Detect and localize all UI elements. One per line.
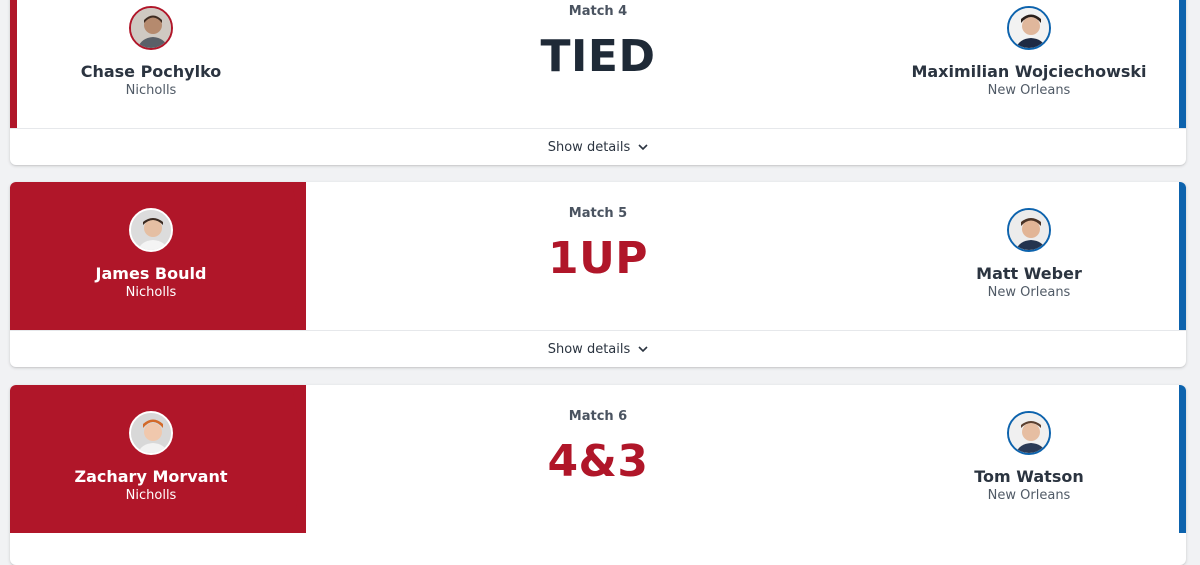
match-number: Match 6	[568, 409, 628, 424]
away-color-stripe	[1179, 385, 1186, 533]
match-result: 1UP	[547, 233, 649, 284]
right-player: Tom Watson New Orleans	[879, 385, 1179, 533]
player-school: New Orleans	[987, 83, 1071, 98]
player-name: James Bould	[95, 264, 207, 283]
match-center: Match 6 4&3	[390, 385, 806, 533]
player-name: Matt Weber	[976, 264, 1082, 283]
player-name: Tom Watson	[974, 467, 1084, 486]
away-color-stripe	[1179, 0, 1186, 128]
left-player: James Bould Nicholls	[10, 182, 292, 330]
away-color-stripe	[1179, 182, 1186, 330]
player-school: Nicholls	[125, 488, 177, 503]
match-result: 4&3	[547, 436, 649, 487]
player-avatar	[1007, 208, 1051, 252]
show-details-button[interactable]: Show details	[10, 330, 1186, 367]
chevron-down-icon	[638, 144, 648, 151]
player-avatar	[1007, 411, 1051, 455]
left-player: Zachary Morvant Nicholls	[10, 385, 292, 533]
match-main: Zachary Morvant Nicholls Match 6 4&3 Tom…	[10, 385, 1186, 533]
player-school: New Orleans	[987, 285, 1071, 300]
match-center: Match 5 1UP	[390, 182, 806, 330]
left-player: Chase Pochylko Nicholls	[10, 0, 292, 128]
player-name: Maximilian Wojciechowski	[911, 62, 1147, 81]
match-card-4: Chase Pochylko Nicholls Match 4 TIED Max…	[10, 0, 1186, 165]
match-card-6: Zachary Morvant Nicholls Match 6 4&3 Tom…	[10, 385, 1186, 565]
player-name: Zachary Morvant	[74, 467, 228, 486]
player-school: Nicholls	[125, 285, 177, 300]
divider	[304, 182, 305, 330]
player-avatar	[1007, 6, 1051, 50]
match-number: Match 4	[568, 4, 628, 19]
show-details-label: Show details	[547, 139, 631, 155]
match-main: Chase Pochylko Nicholls Match 4 TIED Max…	[10, 0, 1186, 128]
match-card-5: James Bould Nicholls Match 5 1UP Matt We…	[10, 182, 1186, 367]
right-player: Maximilian Wojciechowski New Orleans	[879, 0, 1179, 128]
player-avatar	[129, 208, 173, 252]
show-details-label: Show details	[547, 341, 631, 357]
chevron-down-icon	[638, 346, 648, 353]
match-number: Match 5	[568, 206, 628, 221]
player-school: New Orleans	[987, 488, 1071, 503]
right-player: Matt Weber New Orleans	[879, 182, 1179, 330]
divider	[304, 385, 305, 533]
show-details-button[interactable]: Show details	[10, 128, 1186, 165]
match-result: TIED	[540, 31, 656, 82]
player-avatar	[129, 6, 173, 50]
player-name: Chase Pochylko	[80, 62, 222, 81]
player-avatar	[129, 411, 173, 455]
player-school: Nicholls	[125, 83, 177, 98]
match-main: James Bould Nicholls Match 5 1UP Matt We…	[10, 182, 1186, 330]
match-center: Match 4 TIED	[390, 0, 806, 128]
